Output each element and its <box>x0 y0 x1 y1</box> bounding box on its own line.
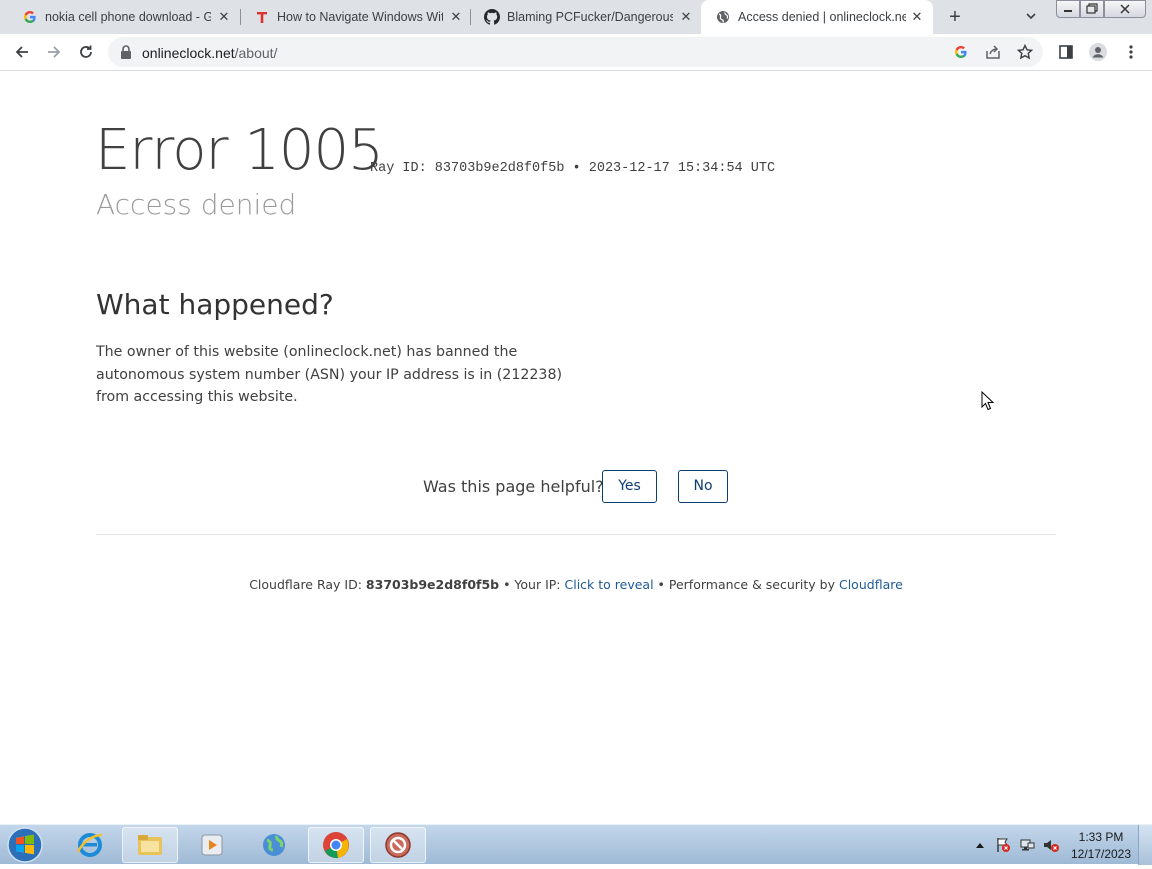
clock-time[interactable]: 1:33 PM <box>1066 830 1136 844</box>
kebab-menu-icon[interactable] <box>1121 42 1141 62</box>
chevron-down-icon[interactable] <box>1024 9 1042 25</box>
back-arrow-icon[interactable] <box>12 42 32 62</box>
close-icon[interactable]: ✕ <box>448 9 464 25</box>
forward-arrow-icon[interactable] <box>44 42 64 62</box>
error-subtitle: Access denied <box>96 188 297 221</box>
network-globe-icon[interactable] <box>246 827 302 863</box>
close-icon[interactable]: ✕ <box>678 9 694 25</box>
network-status-icon[interactable] <box>1019 837 1035 853</box>
google-g-icon <box>22 9 38 25</box>
action-center-flag-icon[interactable] <box>995 837 1011 853</box>
bookmark-star-icon[interactable] <box>1017 44 1033 60</box>
divider <box>96 534 1056 535</box>
tab-title: How to Navigate Windows With <box>277 10 443 24</box>
volume-muted-icon[interactable] <box>1043 837 1059 853</box>
ray-id-line: Ray ID: 83703b9e2d8f0f5b • 2023-12-17 15… <box>370 161 776 176</box>
footer-perf-prefix: • Performance & security by <box>653 577 839 592</box>
yes-button[interactable]: Yes <box>602 470 657 503</box>
blocked-app-icon[interactable] <box>370 827 426 863</box>
mouse-cursor-icon <box>981 391 995 411</box>
url-host: onlineclock.net <box>142 45 235 61</box>
chrome-icon[interactable] <box>308 827 364 863</box>
globe-icon <box>715 9 731 25</box>
tab-title: Blaming PCFucker/Dangerous/N <box>507 10 673 24</box>
show-hidden-icons-chevron-icon[interactable] <box>972 837 988 853</box>
tab-title: nokia cell phone download - Go <box>45 10 211 24</box>
google-translate-icon[interactable] <box>953 44 969 60</box>
no-button[interactable]: No <box>678 470 728 503</box>
minimize-window-button[interactable] <box>1056 0 1080 18</box>
tab-strip: nokia cell phone download - Go ✕ How to … <box>0 0 1152 34</box>
close-window-button[interactable] <box>1104 0 1146 18</box>
feedback-question: Was this page helpful? <box>423 477 604 496</box>
github-icon <box>484 9 500 25</box>
lock-icon[interactable] <box>120 45 132 59</box>
new-tab-button[interactable]: + <box>944 7 966 27</box>
browser-toolbar: onlineclock.net/about/ <box>0 34 1152 71</box>
show-desktop-button[interactable] <box>1138 825 1152 865</box>
close-icon[interactable]: ✕ <box>216 9 232 25</box>
clock-date[interactable]: 12/17/2023 <box>1066 847 1136 861</box>
cloudflare-footer: Cloudflare Ray ID: 83703b9e2d8f0f5b • Yo… <box>0 577 1152 592</box>
profile-avatar-icon[interactable] <box>1088 42 1108 62</box>
close-icon[interactable]: ✕ <box>909 9 925 25</box>
error-title: Error 1005 <box>95 118 384 183</box>
reload-icon[interactable] <box>76 42 96 62</box>
tab-navigate-windows[interactable]: How to Navigate Windows With ✕ <box>240 0 468 34</box>
tab-title: Access denied | onlineclock.net <box>738 10 906 24</box>
web-page: Error 1005 Ray ID: 83703b9e2d8f0f5b • 20… <box>0 72 1152 824</box>
what-happened-text: The owner of this website (onlineclock.n… <box>96 344 563 405</box>
internet-explorer-icon[interactable] <box>62 827 118 863</box>
tab-github[interactable]: Blaming PCFucker/Dangerous/N ✕ <box>470 0 698 34</box>
footer-ray-prefix: Cloudflare Ray ID: <box>249 577 366 592</box>
cloudflare-link[interactable]: Cloudflare <box>839 577 903 592</box>
t-logo-icon <box>254 9 270 25</box>
start-button[interactable] <box>4 826 46 864</box>
reveal-ip-link[interactable]: Click to reveal <box>565 577 654 592</box>
media-player-icon[interactable] <box>184 827 240 863</box>
file-explorer-icon[interactable] <box>122 827 178 863</box>
share-icon[interactable] <box>985 44 1001 60</box>
footer-ray-id: 83703b9e2d8f0f5b <box>365 577 500 592</box>
side-panel-icon[interactable] <box>1056 42 1076 62</box>
url-text: onlineclock.net/about/ <box>142 45 277 61</box>
address-bar[interactable]: onlineclock.net/about/ <box>108 37 1043 67</box>
tab-access-denied[interactable]: Access denied | onlineclock.net ✕ <box>701 0 933 34</box>
footer-ip-prefix: • Your IP: <box>499 577 565 592</box>
url-path: /about/ <box>234 45 278 61</box>
what-happened-heading: What happened? <box>96 288 334 321</box>
restore-window-button[interactable] <box>1080 0 1104 18</box>
windows-taskbar: 1:33 PM 12/17/2023 <box>0 824 1152 865</box>
tab-google-search[interactable]: nokia cell phone download - Go ✕ <box>8 0 236 34</box>
